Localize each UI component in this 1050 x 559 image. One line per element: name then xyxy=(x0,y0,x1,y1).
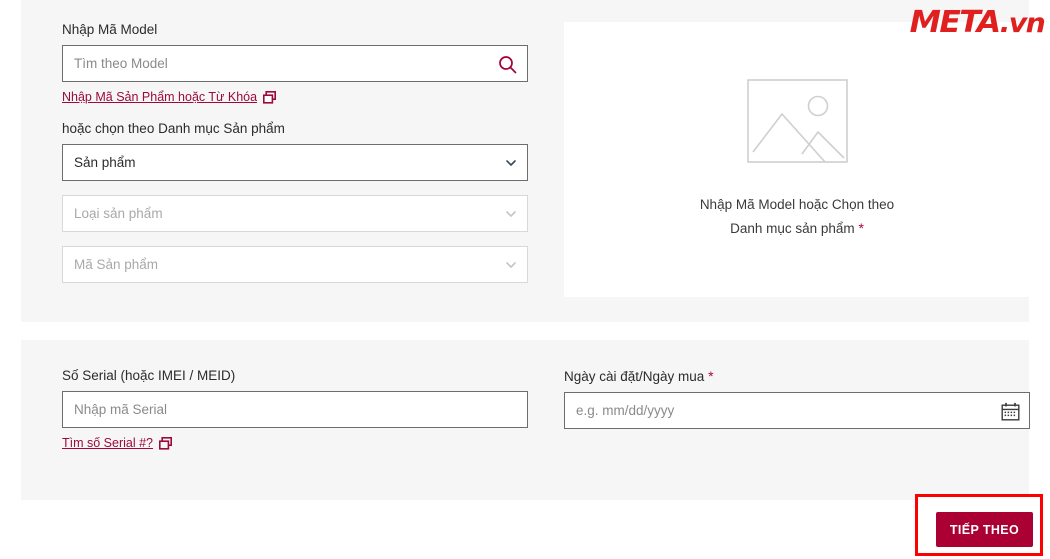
select-loai-san-pham[interactable]: Loại sản phẩm xyxy=(62,195,528,233)
brand-suffix: .vn xyxy=(999,8,1045,39)
search-icon[interactable] xyxy=(498,55,517,74)
model-search-input[interactable] xyxy=(62,45,528,83)
product-code-keyword-link-label: Nhập Mã Sản Phẩm hoặc Từ Khóa xyxy=(62,90,258,105)
product-selection-card: Nhập Mã Model Nhập Mã Sản Phẩm hoặc Từ K… xyxy=(21,0,1030,322)
select-loai-san-pham-value: Loại sản phẩm xyxy=(74,206,163,222)
preview-instruction-text: Nhập Mã Model hoặc Chọn theo Danh mục sả… xyxy=(700,194,894,240)
required-asterisk: * xyxy=(858,219,864,236)
chevron-down-icon xyxy=(506,211,516,217)
next-button[interactable]: TIẾP THEO xyxy=(936,512,1033,547)
chevron-down-icon xyxy=(506,262,516,268)
open-popup-icon xyxy=(263,90,277,104)
purchase-date-input-wrap xyxy=(564,392,1030,430)
product-code-keyword-link[interactable]: Nhập Mã Sản Phẩm hoặc Từ Khóa xyxy=(62,90,277,105)
serial-date-card: Số Serial (hoặc IMEI / MEID) Tìm số Seri… xyxy=(21,340,1030,500)
model-input-column: Nhập Mã Model Nhập Mã Sản Phẩm hoặc Từ K… xyxy=(62,22,528,284)
open-popup-icon xyxy=(159,436,173,450)
serial-column: Số Serial (hoặc IMEI / MEID) Tìm số Seri… xyxy=(62,368,528,452)
find-serial-link[interactable]: Tìm số Serial #? xyxy=(62,436,173,451)
select-ma-san-pham-value: Mã Sản phẩm xyxy=(74,257,159,273)
product-preview-panel: Nhập Mã Model hoặc Chọn theo Danh mục sả… xyxy=(564,22,1030,297)
category-label: hoặc chọn theo Danh mục Sản phẩm xyxy=(62,121,285,137)
required-asterisk: * xyxy=(708,368,714,384)
purchase-date-input[interactable] xyxy=(564,392,1030,430)
preview-instruction-line-2: Danh mục sản phẩm xyxy=(730,220,855,236)
image-placeholder-icon xyxy=(746,79,848,168)
model-search-wrap xyxy=(62,45,528,83)
serial-input-wrap xyxy=(62,391,528,429)
select-san-pham-value: Sản phẩm xyxy=(74,155,136,171)
registration-form-page: META.vn Nhập Mã Model Nhập Mã Sản Phẩm h… xyxy=(0,0,1050,559)
purchase-date-label-text: Ngày cài đặt/Ngày mua xyxy=(564,369,705,384)
serial-label: Số Serial (hoặc IMEI / MEID) xyxy=(62,368,236,383)
select-san-pham[interactable]: Sản phẩm xyxy=(62,144,528,182)
model-block: Nhập Mã Model Nhập Mã Sản Phẩm hoặc Từ K… xyxy=(62,22,528,106)
select-ma-san-pham[interactable]: Mã Sản phẩm xyxy=(62,246,528,284)
find-serial-link-label: Tìm số Serial #? xyxy=(62,436,154,451)
category-block: hoặc chọn theo Danh mục Sản phẩm Sản phẩ… xyxy=(62,121,528,284)
brand-name: META xyxy=(909,5,1001,40)
serial-input[interactable] xyxy=(62,391,528,429)
chevron-down-icon xyxy=(506,160,516,166)
purchase-date-column: Ngày cài đặt/Ngày mua * xyxy=(564,368,1030,430)
calendar-icon[interactable] xyxy=(1001,402,1020,421)
purchase-date-label: Ngày cài đặt/Ngày mua * xyxy=(564,368,1030,385)
preview-instruction-line-2-wrap: Danh mục sản phẩm * xyxy=(700,217,894,240)
meta-vn-logo: META.vn xyxy=(909,5,1045,40)
preview-instruction-line-1: Nhập Mã Model hoặc Chọn theo xyxy=(699,197,895,213)
model-label: Nhập Mã Model xyxy=(62,22,158,37)
